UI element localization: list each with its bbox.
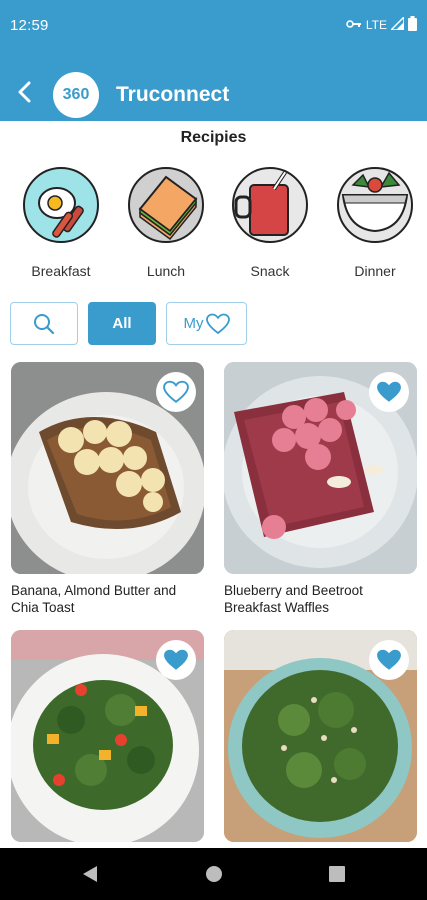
favorite-button[interactable] [156, 640, 196, 680]
status-icons: LTE [346, 15, 417, 34]
circle-home-icon [206, 866, 222, 882]
app-bar: 360 Truconnect [0, 64, 427, 120]
chevron-left-icon [18, 81, 31, 103]
category-label: Breakfast [31, 263, 91, 279]
category-dinner[interactable]: Dinner [330, 167, 420, 279]
system-nav-bar [0, 848, 427, 900]
category-label: Dinner [354, 263, 396, 279]
heart-outline-icon [205, 313, 230, 334]
recipe-card[interactable]: Blueberry and Beetroot Breakfast Waffles [224, 362, 417, 616]
category-label: Lunch [146, 263, 186, 279]
heart-filled-icon [164, 649, 188, 670]
back-button[interactable] [8, 76, 40, 108]
signal-icon [389, 15, 405, 33]
drink-icon [232, 167, 308, 243]
heart-outline-icon [163, 380, 189, 403]
recipe-card[interactable] [224, 630, 417, 848]
recipe-image [224, 362, 417, 574]
category-lunch[interactable]: Lunch [121, 167, 211, 279]
category-label: Snack [250, 263, 290, 279]
nav-back-button[interactable] [80, 864, 100, 884]
network-type: LTE [365, 18, 387, 32]
status-time: 12:59 [10, 17, 49, 34]
recipe-grid: Banana, Almond Butter and Chia Toast Blu… [0, 362, 427, 848]
recipe-title: Banana, Almond Butter and Chia Toast [11, 583, 177, 615]
recipe-title: Blueberry and Beetroot Breakfast Waffles [224, 583, 363, 615]
favorite-button[interactable] [156, 372, 196, 412]
recipe-card[interactable]: Banana, Almond Butter and Chia Toast [11, 362, 204, 616]
recipe-image [11, 362, 204, 574]
category-breakfast[interactable]: Breakfast [16, 167, 106, 279]
app-title: Truconnect [116, 83, 230, 106]
search-button[interactable] [10, 302, 78, 345]
heart-filled-icon [377, 381, 401, 402]
nav-home-button[interactable] [204, 864, 224, 884]
filter-my-favorites-button[interactable]: My [166, 302, 247, 345]
favorite-button[interactable] [369, 372, 409, 412]
nav-recents-button[interactable] [327, 864, 347, 884]
favorite-button[interactable] [369, 640, 409, 680]
recipe-card[interactable] [11, 630, 204, 848]
filter-all-label: All [112, 315, 132, 332]
page-title: Recipies [180, 129, 247, 146]
square-recents-icon [329, 866, 345, 882]
recipe-image [11, 630, 204, 842]
recipe-image [224, 630, 417, 842]
heart-filled-icon [377, 649, 401, 670]
app-header: 12:59 LTE 360 Truconnect [0, 0, 427, 121]
breakfast-icon [23, 167, 99, 243]
filter-my-label: My [183, 315, 204, 332]
filter-all-button[interactable]: All [88, 302, 156, 345]
triangle-back-icon [83, 866, 97, 882]
vpn-key-icon [346, 18, 362, 32]
battery-icon [408, 16, 417, 34]
dinner-bowl-icon [337, 167, 413, 243]
category-list: Breakfast Lunch Snack Dinner [0, 167, 427, 287]
search-icon [34, 313, 55, 334]
status-bar: 12:59 LTE [0, 0, 427, 56]
sandwich-icon [128, 167, 204, 243]
category-snack[interactable]: Snack [225, 167, 315, 279]
app-logo: 360 [53, 72, 99, 118]
